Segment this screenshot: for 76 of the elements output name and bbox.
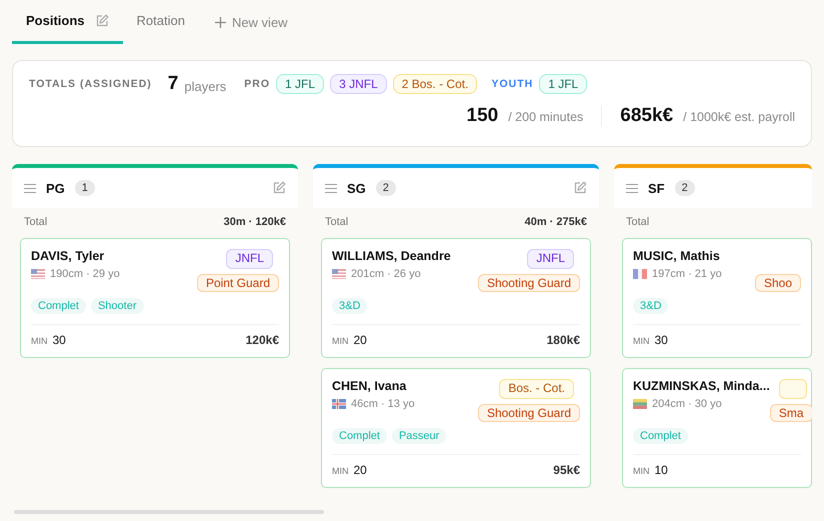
player-meta: 46cm · 13 yo: [351, 398, 415, 410]
edit-icon[interactable]: [573, 181, 587, 195]
view-tab[interactable]: Positions: [12, 0, 123, 44]
player-meta: 190cm · 29 yo: [50, 268, 120, 280]
total-value: 40m · 275k€: [524, 216, 587, 230]
league-tag: Bos. - Cot.: [499, 379, 574, 399]
skill-tag: Complet: [332, 428, 387, 444]
salary: 180k€: [546, 333, 580, 347]
player-meta: 197cm · 21 yo: [652, 268, 722, 280]
minutes-limit: / 200 minutes: [508, 110, 584, 124]
player-name: KUZMINSKAS, Minda...: [633, 379, 770, 393]
skill-tag: Passeur: [392, 428, 446, 444]
drag-handle-icon[interactable]: [626, 184, 638, 192]
minutes-value: 20: [354, 463, 367, 477]
minutes-label: MIN: [332, 466, 348, 476]
player-name: WILLIAMS, Deandre: [332, 249, 451, 263]
player-meta: 204cm · 30 yo: [652, 398, 722, 410]
totals-title: TOTALS (ASSIGNED): [29, 78, 152, 90]
edit-icon[interactable]: [94, 14, 109, 28]
position-tag: Shooting Guard: [478, 274, 580, 292]
players-label: players: [184, 78, 226, 94]
group-label: YOUTH: [491, 78, 534, 90]
minutes-total: 150: [466, 105, 498, 127]
player-card[interactable]: WILLIAMS, Deandre 201cm · 26 yo JNFL Shooting Guard 3&D MIN 20 180k€: [321, 238, 591, 358]
salary: 95k€: [553, 463, 580, 477]
league-count-chip: 3 JNFL: [330, 74, 387, 94]
view-tab[interactable]: Rotation: [122, 0, 199, 44]
minutes-value: 30: [654, 333, 668, 347]
league-count-chip: 2 Bos. - Cot.: [392, 74, 478, 94]
minutes-label: MIN: [31, 336, 48, 346]
payroll-limit: / 1000k€ est. payroll: [683, 110, 795, 124]
total-label: Total: [626, 216, 650, 230]
player-card[interactable]: KUZMINSKAS, Minda... 204cm · 30 yo Sma Complet MIN 10: [622, 368, 812, 488]
count-badge: 2: [376, 180, 396, 196]
payroll-total: 685k€: [620, 105, 674, 127]
column-title: SF: [648, 180, 665, 196]
position-tag: Shooting Guard: [478, 404, 580, 422]
players-count: 7: [168, 73, 178, 95]
position-tag: Sma: [770, 404, 812, 422]
minutes-label: MIN: [332, 336, 348, 346]
player-card[interactable]: CHEN, Ivana 46cm · 13 yo Bos. - Cot. Shooting Guard Complet Passeur MIN 20 95k€: [321, 368, 591, 488]
skill-tag: 3&D: [332, 298, 368, 314]
player-name: CHEN, Ivana: [332, 379, 408, 393]
drag-handle-icon[interactable]: [24, 184, 36, 192]
player-name: DAVIS, Tyler: [31, 249, 106, 263]
position-tag: Shoo: [754, 274, 801, 292]
minutes-label: MIN: [633, 466, 650, 476]
minutes-value: 30: [52, 333, 66, 347]
skill-tag: Complet: [31, 298, 86, 314]
group-label: PRO: [244, 78, 270, 90]
column-title: PG: [46, 180, 65, 196]
league-count-chip: 1 JFL: [539, 74, 588, 94]
count-badge: 1: [74, 180, 95, 196]
minutes-label: MIN: [633, 336, 650, 346]
plus-icon: [214, 16, 226, 28]
league-tag: JNFL: [527, 249, 574, 269]
total-value: 30m · 120k€: [224, 216, 286, 230]
column-title: SG: [347, 180, 366, 196]
skill-tag: 3&D: [633, 298, 668, 314]
drag-handle-icon[interactable]: [325, 184, 337, 192]
league-count-chip: 1 JFL: [276, 74, 324, 94]
league-tag: JNFL: [226, 249, 273, 269]
total-label: Total: [24, 216, 48, 230]
count-badge: 2: [674, 180, 695, 196]
position-tag: Point Guard: [196, 274, 279, 292]
player-card[interactable]: MUSIC, Mathis 197cm · 21 yo Shoo 3&D MIN 30: [622, 238, 812, 358]
player-name: MUSIC, Mathis: [633, 249, 721, 263]
skill-tag: Complet: [633, 428, 688, 444]
salary: 120k€: [246, 333, 279, 347]
skill-tag: Shooter: [90, 298, 144, 314]
player-card[interactable]: DAVIS, Tyler 190cm · 29 yo JNFL Point Guard Complet Shooter MIN 30 120k€: [20, 238, 290, 358]
total-label: Total: [325, 216, 348, 230]
minutes-value: 20: [354, 333, 367, 347]
edit-icon[interactable]: [272, 181, 286, 195]
player-meta: 201cm · 26 yo: [351, 268, 421, 280]
minutes-value: 10: [654, 463, 668, 477]
